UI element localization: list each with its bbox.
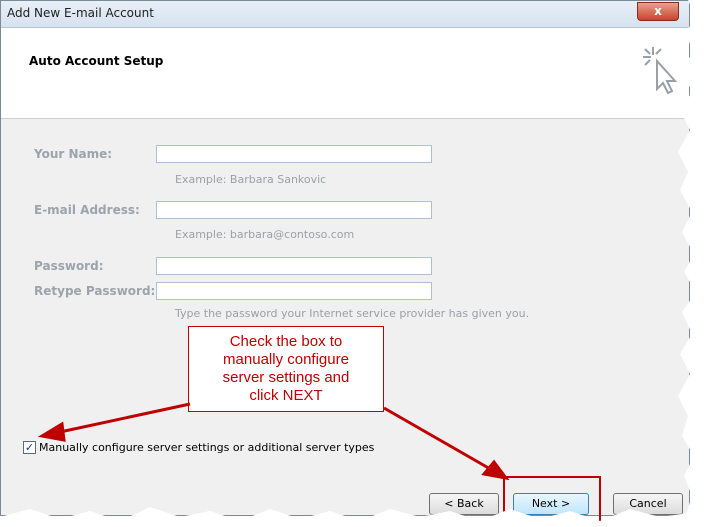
title-bar: Add New E-mail Account x: [1, 1, 689, 28]
window-title: Add New E-mail Account: [7, 6, 154, 20]
your-name-input[interactable]: [156, 145, 432, 163]
add-email-account-dialog: Add New E-mail Account x Auto Account Se…: [0, 0, 690, 516]
your-name-label: Your Name:: [34, 147, 113, 161]
cursor-sparkle-icon: [643, 47, 678, 95]
close-button[interactable]: x: [637, 2, 679, 21]
callout-line: manually configure: [223, 351, 349, 368]
instruction-callout: Check the box to manually configure serv…: [188, 326, 384, 412]
header-panel: Auto Account Setup: [1, 28, 689, 119]
manual-config-checkbox[interactable]: ✓: [23, 441, 36, 454]
manual-config-label[interactable]: Manually configure server settings or ad…: [39, 441, 374, 454]
callout-line: Check the box to: [229, 333, 343, 350]
torn-edge-right: [678, 0, 704, 527]
manual-config-row[interactable]: ✓ Manually configure server settings or …: [23, 441, 374, 454]
password-label: Password:: [34, 259, 104, 273]
password-input[interactable]: [156, 257, 432, 275]
password-hint: Type the password your Internet service …: [175, 307, 530, 320]
retype-password-input[interactable]: [156, 282, 432, 300]
callout-line: server settings and: [222, 369, 350, 386]
retype-password-label: Retype Password:: [34, 284, 156, 298]
email-address-label: E-mail Address:: [34, 203, 140, 217]
page-title: Auto Account Setup: [29, 54, 164, 68]
torn-edge-bottom: [0, 507, 704, 527]
your-name-hint: Example: Barbara Sankovic: [175, 173, 327, 186]
callout-line: click NEXT: [249, 387, 323, 404]
email-address-hint: Example: barbara@contoso.com: [175, 228, 355, 241]
email-address-input[interactable]: [156, 201, 432, 219]
